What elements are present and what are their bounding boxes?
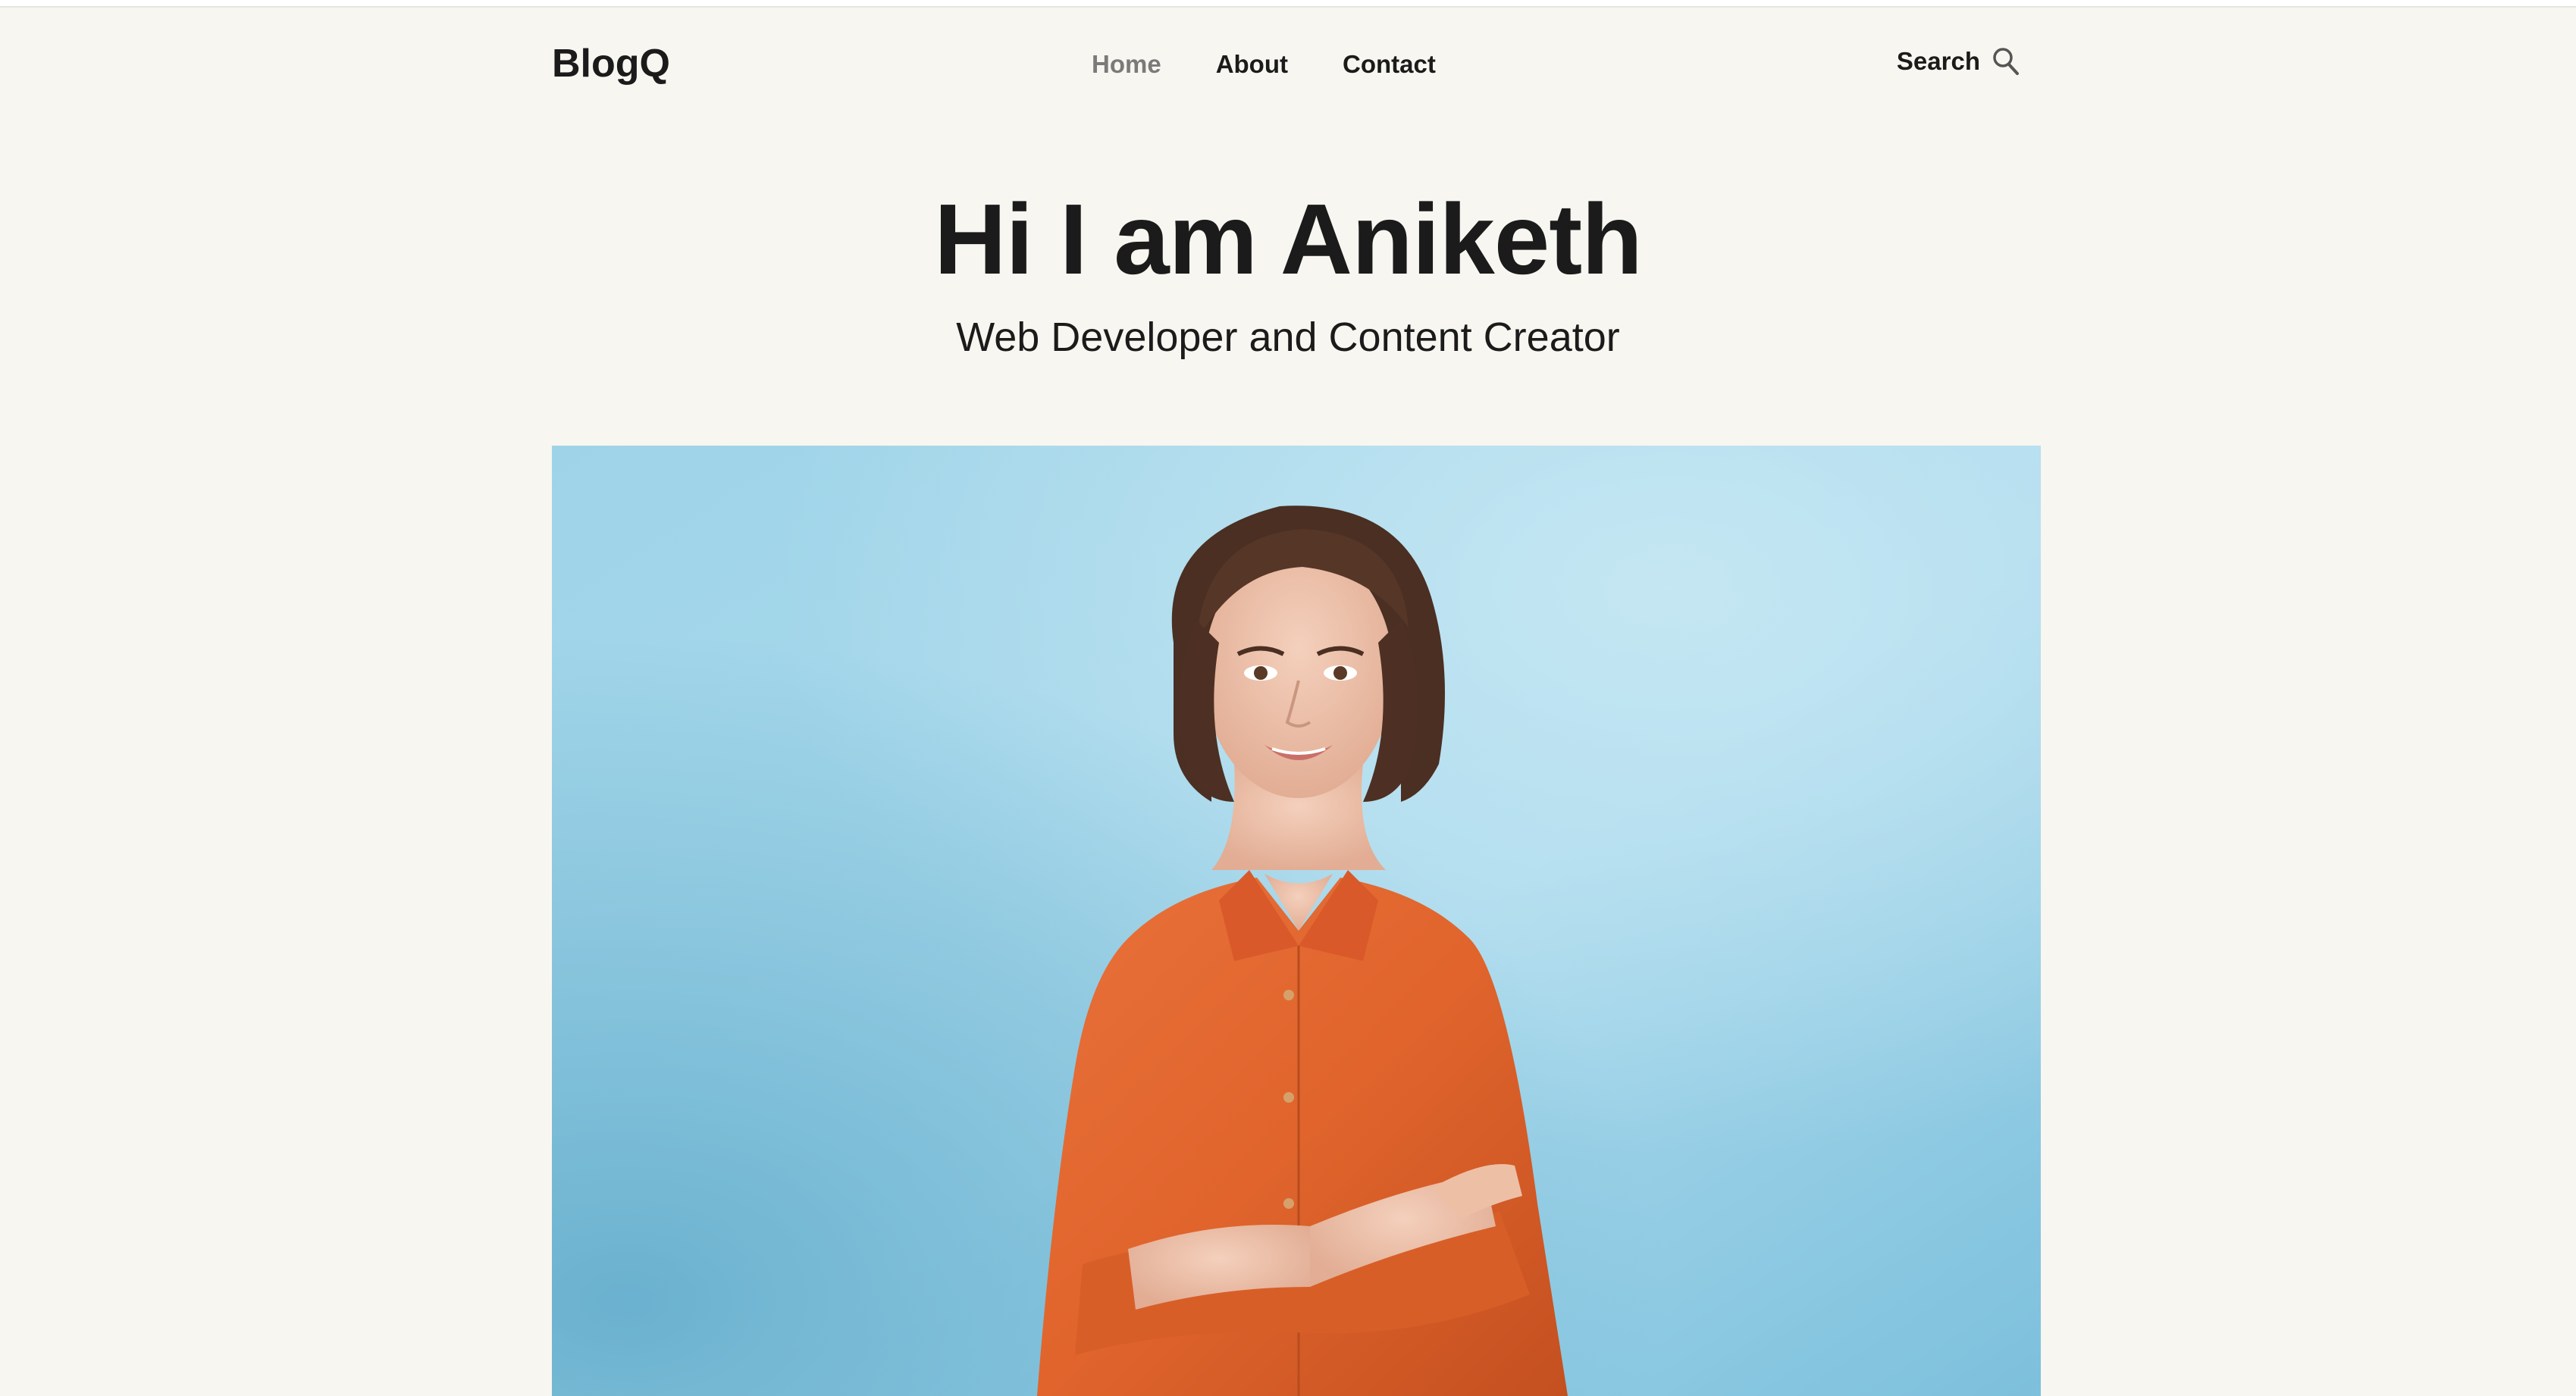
hero-title: Hi I am Aniketh (934, 183, 1643, 295)
nav-link-contact[interactable]: Contact (1343, 50, 1436, 79)
hero-subtitle: Web Developer and Content Creator (956, 315, 1620, 360)
search-icon (1992, 47, 2020, 76)
search-button[interactable]: Search (1897, 47, 2020, 76)
browser-top-border (0, 0, 2576, 8)
search-label: Search (1896, 47, 1980, 75)
nav-link-home[interactable]: Home (1092, 50, 1161, 79)
site-header: BlogQ Home About Contact Search (552, 30, 2020, 103)
nav-link-about[interactable]: About (1216, 50, 1288, 79)
hero-portrait-image (552, 446, 2041, 1396)
main-nav: Home About Contact (1092, 50, 1490, 79)
site-logo[interactable]: BlogQ (552, 41, 670, 86)
